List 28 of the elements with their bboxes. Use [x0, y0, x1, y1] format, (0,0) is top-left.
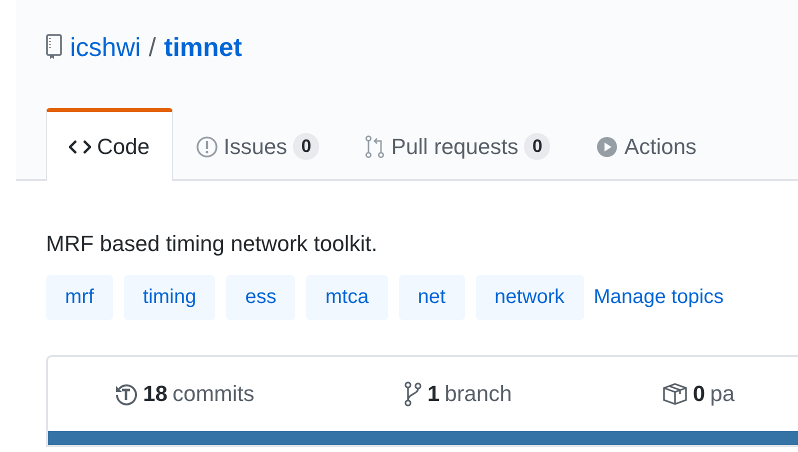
topic-tag[interactable]: mtca [306, 275, 388, 320]
code-icon [69, 138, 91, 154]
topic-tag[interactable]: timing [124, 275, 216, 320]
nav-tab[interactable]: Pull requests 0 [342, 108, 574, 181]
repo-description: MRF based timing network toolkit. [46, 231, 378, 257]
counter: 0 [293, 133, 320, 160]
nav-tab[interactable]: Code [46, 108, 173, 181]
counter: 0 [524, 133, 550, 160]
owner-link[interactable]: icshwi [70, 32, 141, 62]
repo-name-link[interactable]: timnet [164, 32, 242, 62]
manage-topics-link[interactable]: Manage topics [594, 286, 724, 309]
package-icon [662, 382, 688, 406]
nav-tab[interactable]: Issues 0 [172, 108, 342, 181]
topic-tag[interactable]: mrf [46, 275, 113, 320]
nav-tab[interactable]: Actions [573, 108, 720, 181]
topic-tag[interactable]: network [476, 275, 584, 320]
exclamation-circle-icon [196, 136, 218, 158]
stat-link[interactable]: 1 branch [404, 381, 512, 407]
pull-request-icon [365, 134, 386, 158]
topic-tag[interactable]: ess [226, 275, 296, 320]
play-icon [596, 136, 618, 158]
branch-icon [404, 381, 422, 407]
topic-tag[interactable]: net [398, 275, 465, 320]
stat-link[interactable]: 18 commits [114, 381, 254, 407]
stat-link[interactable]: 0 pa [662, 381, 735, 407]
repo-icon [46, 34, 62, 60]
path-separator: / [148, 32, 156, 62]
history-icon [114, 382, 138, 406]
